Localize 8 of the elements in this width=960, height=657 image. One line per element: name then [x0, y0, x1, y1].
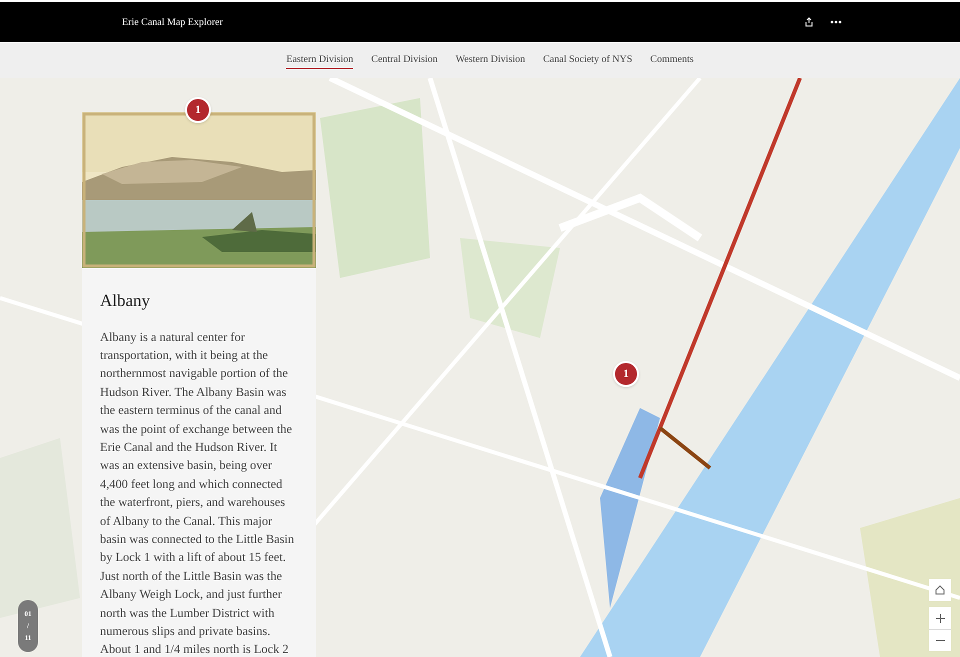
more-icon[interactable] [830, 20, 842, 24]
nav-tab[interactable]: Canal Society of NYS [543, 52, 632, 68]
nav-tab[interactable]: Central Division [371, 52, 438, 68]
share-icon[interactable] [804, 17, 814, 27]
nav-tab[interactable]: Western Division [456, 52, 526, 68]
nav-tab[interactable]: Eastern Division [286, 52, 354, 68]
app-title: Erie Canal Map Explorer [122, 16, 223, 30]
nav-tab[interactable]: Comments [650, 52, 694, 68]
